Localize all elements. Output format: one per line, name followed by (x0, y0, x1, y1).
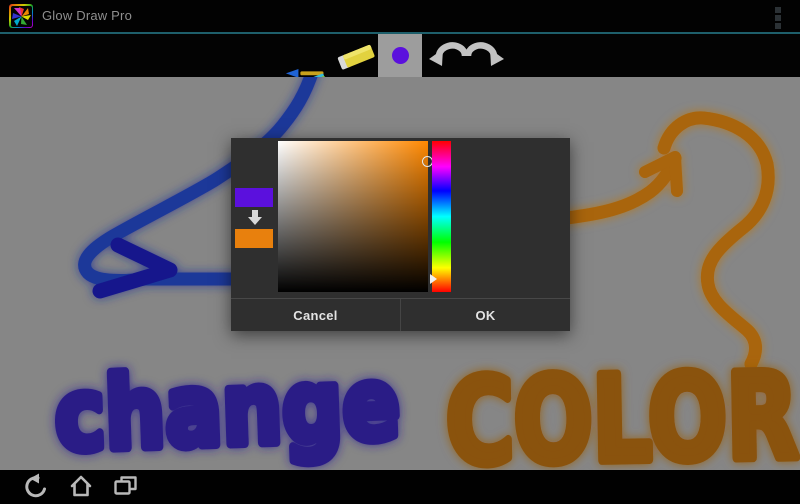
undo-button[interactable] (427, 34, 467, 77)
ok-button[interactable]: OK (401, 299, 570, 331)
undo-icon (427, 39, 467, 73)
dialog-button-bar: Cancel OK (231, 298, 570, 331)
eraser-tool-button[interactable] (336, 34, 378, 77)
canvas-word-change: change (53, 345, 402, 470)
redo-icon (466, 39, 506, 73)
cancel-button[interactable]: Cancel (231, 299, 401, 331)
hue-marker[interactable] (430, 274, 437, 284)
current-color-swatch (235, 188, 273, 207)
starburst-icon (12, 7, 31, 26)
color-picker-tool-button[interactable] (378, 34, 422, 77)
hue-slider[interactable] (432, 141, 451, 292)
saturation-value-panel[interactable] (278, 141, 428, 292)
redo-button[interactable] (466, 34, 506, 77)
overflow-menu-icon[interactable] (775, 7, 781, 29)
brushes-tool-button[interactable] (283, 34, 337, 77)
arrow-down-icon (248, 210, 262, 226)
new-color-swatch (235, 229, 273, 248)
app-title: Glow Draw Pro (42, 0, 132, 32)
canvas-word-color: COLOR (445, 347, 799, 470)
back-icon (22, 473, 48, 499)
home-button[interactable] (68, 473, 94, 504)
brushes-icon (283, 34, 337, 78)
app-icon (9, 4, 33, 28)
home-icon (68, 473, 94, 499)
eraser-icon (336, 36, 378, 76)
back-button[interactable] (22, 473, 48, 504)
toolbar (0, 34, 800, 77)
recent-apps-button[interactable] (112, 473, 139, 504)
recent-apps-icon (112, 473, 139, 499)
orange-arrow-stroke (566, 118, 768, 364)
color-picker-dialog: Cancel OK (231, 138, 570, 331)
system-navigation-bar: 3:38 (0, 470, 800, 500)
action-bar: Glow Draw Pro (0, 0, 800, 32)
selected-color-dot (392, 47, 409, 64)
